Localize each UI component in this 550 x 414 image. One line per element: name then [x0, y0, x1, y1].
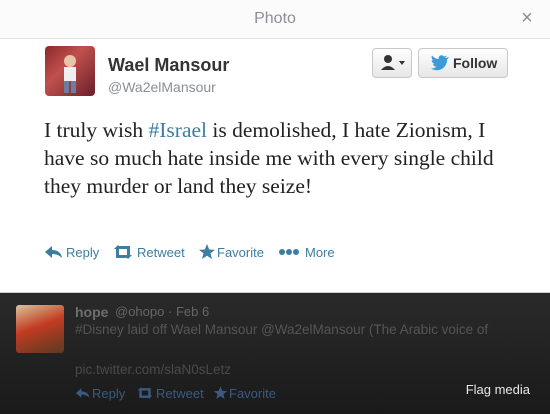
- reply-icon: [75, 388, 90, 398]
- user-actions-button[interactable]: [372, 48, 412, 78]
- retweet-label: Retweet: [137, 245, 185, 260]
- reply-button[interactable]: Reply: [44, 243, 104, 263]
- reply-retweet-label: Retweet: [156, 386, 204, 401]
- close-icon[interactable]: ×: [516, 7, 538, 29]
- reply-icon: [45, 246, 62, 258]
- star-icon: [213, 386, 228, 399]
- star-icon: [199, 244, 215, 259]
- user-icon: [381, 55, 405, 70]
- avatar[interactable]: [45, 46, 95, 96]
- reply-author-handle[interactable]: @ohopo: [115, 304, 164, 319]
- photo-modal: Photo × Wael Mansour @Wa2elMansour Follo…: [0, 0, 550, 293]
- reply-label: Reply: [66, 245, 100, 260]
- twitter-bird-icon: [431, 55, 449, 71]
- hashtag-link[interactable]: #Israel: [149, 118, 208, 142]
- tweet-text: I truly wish #Israel is demolished, I ha…: [44, 116, 524, 200]
- reply-avatar[interactable]: [16, 305, 64, 353]
- reply-favorite-label: Favorite: [229, 386, 276, 401]
- more-button[interactable]: More: [278, 243, 338, 263]
- favorite-button[interactable]: Favorite: [198, 243, 274, 263]
- modal-title: Photo: [254, 10, 296, 27]
- author-handle[interactable]: @Wa2elMansour: [108, 79, 216, 95]
- reply-reply-label: Reply: [92, 386, 126, 401]
- reply-date[interactable]: · Feb 6: [168, 304, 209, 319]
- retweet-button[interactable]: Retweet: [112, 243, 192, 263]
- tweet-text-part1: I truly wish: [44, 118, 149, 142]
- author-name[interactable]: Wael Mansour: [108, 55, 229, 76]
- reply-text: #Disney laid off Wael Mansour @Wa2elMans…: [75, 322, 489, 337]
- more-label: More: [305, 245, 335, 260]
- favorite-label: Favorite: [217, 245, 264, 260]
- reply-photo-link[interactable]: pic.twitter.com/slaN0sLetz: [75, 362, 231, 377]
- modal-header: Photo ×: [0, 0, 550, 39]
- flag-media-link[interactable]: Flag media: [466, 382, 530, 397]
- more-dots-icon: [279, 249, 299, 255]
- retweet-icon: [137, 387, 153, 399]
- reply-author-name[interactable]: hope: [75, 304, 108, 320]
- follow-button[interactable]: Follow: [418, 48, 508, 78]
- follow-label: Follow: [453, 55, 498, 71]
- retweet-icon: [114, 245, 132, 259]
